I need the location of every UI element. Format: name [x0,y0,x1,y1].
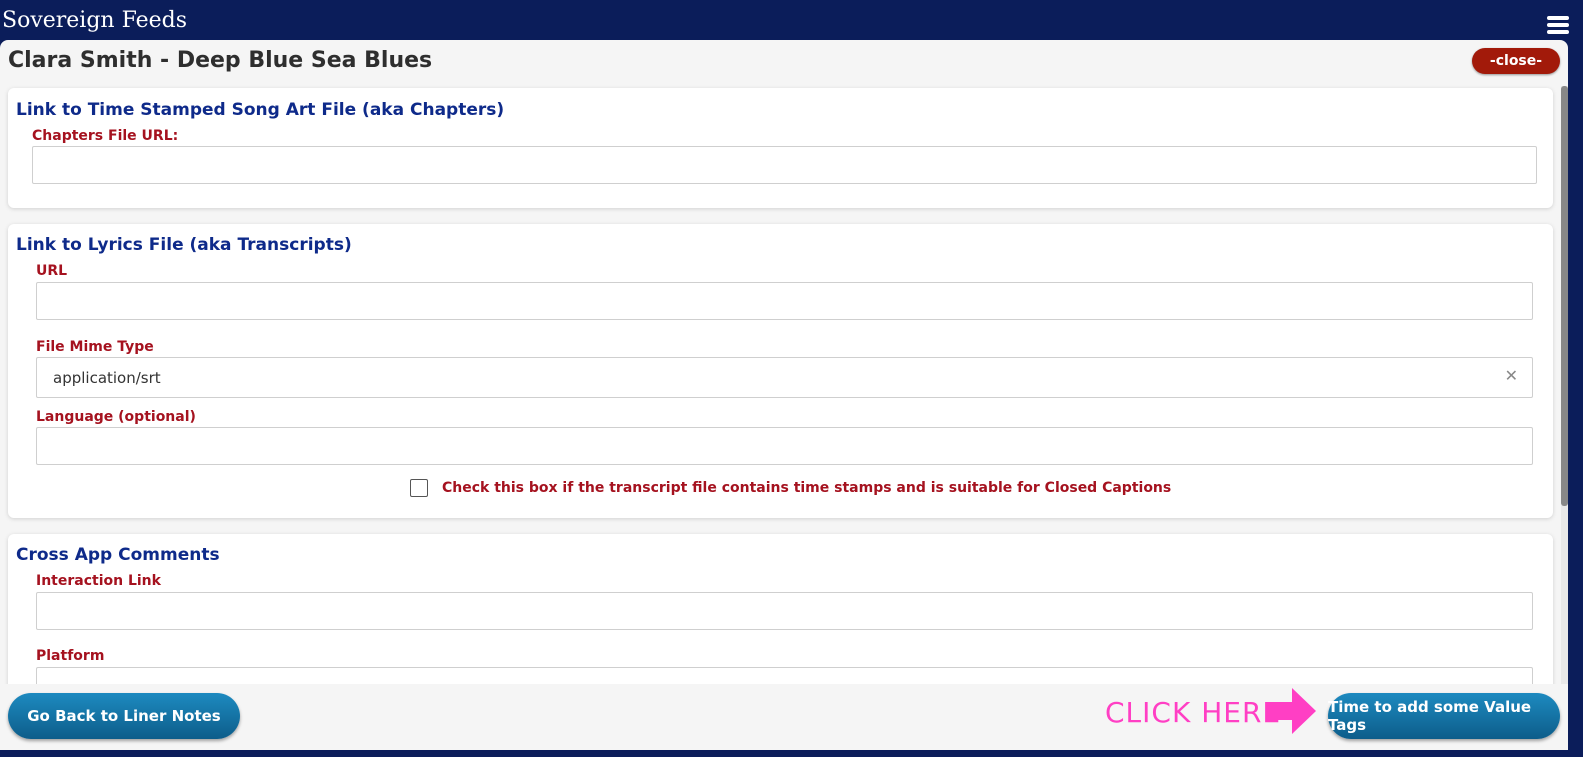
transcripts-section-title: Link to Lyrics File (aka Transcripts) [16,235,352,255]
clear-x-icon[interactable]: ✕ [1505,366,1518,385]
language-input[interactable] [36,427,1533,465]
transcript-url-label: URL [36,263,68,279]
mime-type-label: File Mime Type [36,339,154,355]
captions-checkbox[interactable] [410,479,428,497]
scrollbar[interactable] [1561,86,1568,716]
right-arrow-icon [1266,688,1316,734]
interaction-link-label: Interaction Link [36,573,161,589]
mime-type-value: application/srt [53,368,161,387]
transcripts-card: Link to Lyrics File (aka Transcripts) UR… [8,224,1553,518]
editor-panel: Clara Smith - Deep Blue Sea Blues -close… [0,40,1568,750]
platform-label: Platform [36,648,105,664]
top-bar: Sovereign Feeds [0,0,1583,40]
close-button[interactable]: -close- [1472,48,1560,74]
comments-section-title: Cross App Comments [16,545,220,565]
chapters-url-label: Chapters File URL: [32,128,179,144]
app-title: Sovereign Feeds [2,8,188,33]
captions-checkbox-row: Check this box if the transcript file co… [410,479,1171,497]
add-value-tags-button[interactable]: Time to add some Value Tags [1328,693,1560,739]
chapters-url-input[interactable] [32,146,1537,184]
chapters-section-title: Link to Time Stamped Song Art File (aka … [16,100,505,120]
interaction-link-input[interactable] [36,592,1533,630]
footer-bar: Go Back to Liner Notes CLICK HERE Time t… [0,684,1568,750]
chapters-card: Link to Time Stamped Song Art File (aka … [8,88,1553,208]
click-here-hint: CLICK HERE [1105,696,1282,729]
scrollbar-thumb[interactable] [1561,86,1568,506]
transcript-url-input[interactable] [36,282,1533,320]
captions-checkbox-label: Check this box if the transcript file co… [442,480,1172,496]
page-title: Clara Smith - Deep Blue Sea Blues [8,48,433,73]
form-scroll-area: Link to Time Stamped Song Art File (aka … [0,86,1561,714]
hamburger-menu-icon[interactable] [1547,16,1569,34]
mime-type-select[interactable]: application/srt ✕ [36,357,1533,398]
language-label: Language (optional) [36,409,196,425]
back-to-liner-notes-button[interactable]: Go Back to Liner Notes [8,693,240,739]
